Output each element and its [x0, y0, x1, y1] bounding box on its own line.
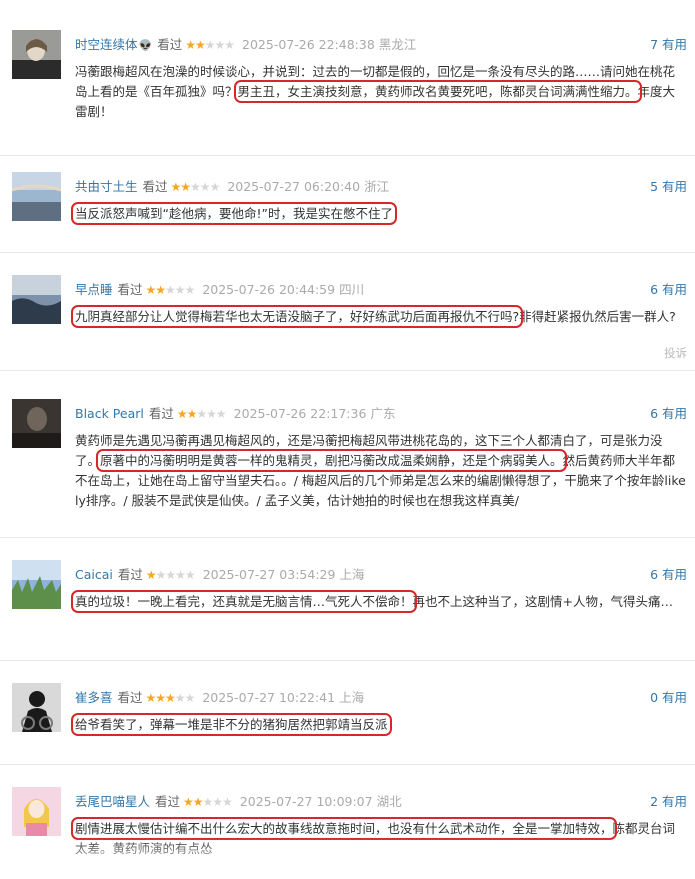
report-link[interactable]: 投诉 — [664, 345, 687, 361]
star-rating: ★★★★★ — [145, 691, 196, 705]
useful-count-button[interactable]: 5 有用 — [650, 177, 687, 197]
watch-status: 看过 — [157, 37, 183, 52]
vip-badge-icon: 👽 — [138, 39, 153, 52]
useful-count-button[interactable]: 6 有用 — [650, 404, 687, 424]
star-rating: ★★★★★ — [170, 180, 221, 194]
avatar[interactable] — [12, 683, 61, 732]
star-rating: ★★★★★ — [185, 38, 235, 52]
review-meta: 共由寸土生 看过 ★★★★★ 2025-07-27 06:20:40 浙江 — [75, 177, 389, 197]
user-avatar-image — [12, 399, 61, 448]
divider — [0, 660, 695, 661]
review-time: 2025-07-26 20:44:59 — [202, 282, 336, 297]
useful-count-button[interactable]: 6 有用 — [650, 565, 687, 585]
highlighted-text: 原著中的冯蘅明明是黄蓉一样的鬼精灵，剧把冯蘅改成温柔娴静，还是个病弱美人。 — [96, 449, 567, 472]
username-link[interactable]: Black Pearl — [75, 406, 144, 421]
review-time: 2025-07-27 10:09:07 — [239, 794, 373, 809]
review-text-after: 再也不上这种当了，这剧情+人物，气得头痛… — [412, 594, 673, 609]
review-meta: 时空连续体👽 看过 ★★★★★ 2025-07-26 22:48:38 黑龙江 — [75, 35, 416, 55]
username-link[interactable]: Caicai — [75, 567, 113, 582]
divider — [0, 764, 695, 765]
review-text: 黄药师是先遇见冯蘅再遇见梅超风的，还是冯蘅把梅超风带进桃花岛的，这下三个人都清白… — [75, 431, 687, 511]
useful-count-button[interactable]: 0 有用 — [650, 688, 687, 708]
user-avatar-image — [12, 683, 61, 732]
useful-count-button[interactable]: 7 有用 — [650, 35, 687, 55]
review-time: 2025-07-26 22:17:36 — [233, 406, 367, 421]
review-location: 四川 — [339, 282, 365, 297]
avatar[interactable] — [12, 560, 61, 609]
avatar[interactable] — [12, 172, 61, 221]
watch-status: 看过 — [155, 794, 181, 809]
user-avatar-image — [12, 787, 61, 836]
review-time: 2025-07-27 03:54:29 — [202, 567, 336, 582]
review-meta: Caicai 看过 ★★★★★ 2025-07-27 03:54:29 上海 — [75, 565, 364, 585]
review-meta: 崔多喜 看过 ★★★★★ 2025-07-27 10:22:41 上海 — [75, 688, 364, 708]
watch-status: 看过 — [142, 179, 168, 194]
review-time: 2025-07-27 10:22:41 — [202, 690, 336, 705]
review-location: 上海 — [339, 567, 365, 582]
watch-status: 看过 — [117, 282, 143, 297]
review-text: 真的垃圾！一晚上看完，还真就是无脑言情…气死人不偿命！再也不上这种当了，这剧情+… — [71, 590, 687, 613]
review-text: 九阴真经部分让人觉得梅若华也太无语没脑子了，好好练武功后面再报仇不行吗?非得赶紧… — [70, 305, 687, 328]
review-location: 浙江 — [364, 179, 390, 194]
review-text-after: 非得赶紧报仇然后害一群人? — [519, 309, 676, 324]
highlighted-text: 九阴真经部分让人觉得梅若华也太无语没脑子了，好好练武功后面再报仇不行吗? — [70, 305, 524, 328]
useful-count-button[interactable]: 6 有用 — [650, 280, 687, 300]
divider — [0, 155, 695, 156]
username-link[interactable]: 早点睡 — [75, 282, 113, 297]
review-time: 2025-07-26 22:48:38 — [242, 37, 375, 52]
highlighted-text: 男主丑，女主演技刻意，黄药师改名黄要死吧，陈都灵台词满满性缩力。 — [233, 80, 642, 103]
review-location: 广东 — [370, 406, 396, 421]
review-time: 2025-07-27 06:20:40 — [227, 179, 361, 194]
highlighted-text: 剧情进展太慢估计编不出什么宏大的故事线故意拖时间，也没有什么武术动作，全是一掌加… — [71, 817, 617, 840]
divider — [0, 370, 695, 371]
user-avatar-image — [12, 30, 61, 79]
avatar[interactable] — [12, 787, 61, 836]
review-text: 给爷看笑了，弹幕一堆是非不分的猪狗居然把郭靖当反派 — [71, 713, 687, 736]
review-text: 剧情进展太慢估计编不出什么宏大的故事线故意拖时间，也没有什么武术动作，全是一掌加… — [71, 817, 687, 859]
highlighted-text: 真的垃圾！一晚上看完，还真就是无脑言情…气死人不偿命！ — [71, 590, 417, 613]
review-text: 当反派怒声喊到“趁他病，要他命!”时，我是实在憋不住了 — [71, 202, 687, 225]
avatar[interactable] — [12, 30, 61, 79]
user-avatar-image — [12, 560, 61, 609]
review-meta: 早点睡 看过 ★★★★★ 2025-07-26 20:44:59 四川 — [75, 280, 364, 300]
star-rating: ★★★★★ — [145, 568, 196, 582]
username-link[interactable]: 崔多喜 — [75, 690, 113, 705]
user-avatar-image — [12, 172, 61, 221]
review-meta: 丢尾巴喵星人 看过 ★★★★★ 2025-07-27 10:09:07 湖北 — [75, 792, 402, 812]
avatar[interactable] — [12, 275, 61, 324]
username-link[interactable]: 共由寸土生 — [75, 179, 138, 194]
star-rating: ★★★★★ — [145, 283, 196, 297]
review-location: 湖北 — [376, 794, 402, 809]
divider — [0, 252, 695, 253]
watch-status: 看过 — [117, 690, 143, 705]
avatar[interactable] — [12, 399, 61, 448]
divider — [0, 537, 695, 538]
star-rating: ★★★★★ — [176, 407, 227, 421]
review-location: 黑龙江 — [378, 37, 417, 52]
useful-count-button[interactable]: 2 有用 — [650, 792, 687, 812]
highlighted-text: 给爷看笑了，弹幕一堆是非不分的猪狗居然把郭靖当反派 — [71, 713, 392, 736]
highlighted-text: 当反派怒声喊到“趁他病，要他命!”时，我是实在憋不住了 — [71, 202, 397, 225]
username-link[interactable]: 时空连续体 — [75, 37, 138, 52]
watch-status: 看过 — [117, 567, 143, 582]
username-link[interactable]: 丢尾巴喵星人 — [75, 794, 150, 809]
review-location: 上海 — [339, 690, 365, 705]
watch-status: 看过 — [148, 406, 174, 421]
star-rating: ★★★★★ — [183, 795, 233, 809]
user-avatar-image — [12, 275, 61, 324]
review-text: 冯蘅跟梅超风在泡澡的时候谈心，并说到：过去的一切都是假的，回忆是一条没有尽头的路… — [75, 62, 687, 122]
review-meta: Black Pearl 看过 ★★★★★ 2025-07-26 22:17:36 广东 — [75, 404, 395, 424]
